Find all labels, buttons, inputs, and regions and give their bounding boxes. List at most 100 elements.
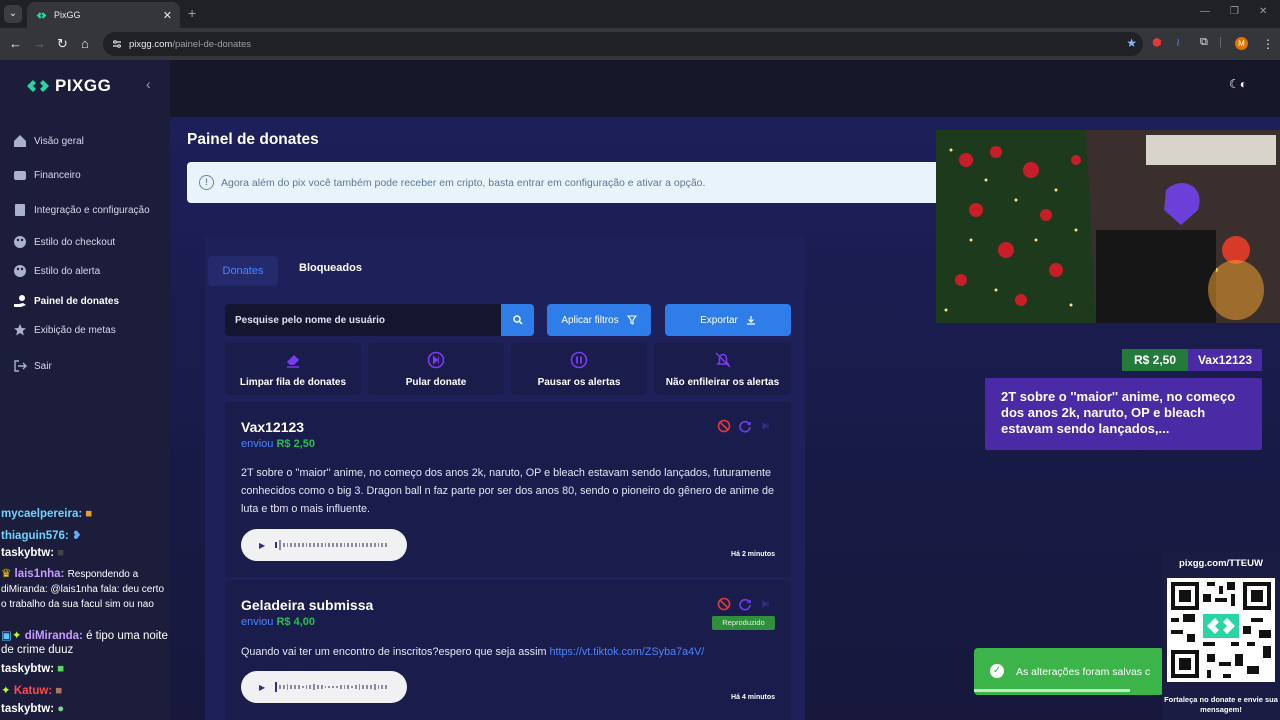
palette-icon [14, 236, 26, 248]
waveform-bar [305, 685, 308, 689]
waveform-bar [373, 684, 376, 690]
browser-chrome: ⌄ PixGG ✕ + — ❐ ✕ ← → ↻ ⌂ pixgg.com/pain… [0, 0, 1280, 60]
skip-donate-button[interactable]: Pular donate [368, 343, 504, 395]
chat-message: mycaelpereira: ■ [1, 508, 92, 520]
waveform-bar [290, 543, 293, 547]
brand-logo[interactable]: PIXGG [27, 76, 111, 96]
alert-amount: R$ 2,50 [1122, 349, 1188, 371]
brand-name: PIXGG [55, 76, 112, 95]
sidebar-item-estilo-checkout[interactable]: Estilo do checkout [13, 235, 115, 249]
extension-shield-icon[interactable]: ⬢ [1152, 36, 1162, 49]
tab-donates[interactable]: Donates [208, 256, 278, 286]
waveform-bar [297, 543, 300, 547]
sidebar-item-financeiro[interactable]: Financeiro [13, 168, 81, 182]
address-bar[interactable]: pixgg.com/painel-de-donates ★ [103, 32, 1143, 56]
pause-alerts-button[interactable]: Pausar os alertas [511, 343, 647, 395]
site-info-icon[interactable] [112, 39, 122, 49]
waveform-bar [316, 543, 319, 547]
tab-bloqueados[interactable]: Bloqueados [299, 262, 362, 274]
url-domain: pixgg.com [129, 38, 173, 50]
play-icon[interactable]: ▶ [259, 683, 265, 692]
sidebar-item-painel-donates[interactable]: Painel de donates [13, 294, 119, 308]
reload-icon[interactable]: ↻ [57, 36, 68, 52]
waveform-bar [294, 685, 296, 689]
emote-icon: ■ [85, 508, 93, 520]
skip-small-icon[interactable] [759, 597, 773, 611]
collapse-sidebar-icon[interactable]: ‹ [146, 76, 151, 92]
tab-search-button[interactable]: ⌄ [4, 5, 22, 23]
tab-close-icon[interactable]: ✕ [163, 9, 172, 22]
donation-link[interactable]: https://vt.tiktok.com/ZSyba7a4V/ [549, 646, 704, 658]
filter-icon [626, 315, 637, 325]
waveform-bar [347, 543, 350, 547]
emote-icon: ■ [55, 685, 63, 697]
sidebar-item-estilo-alerta[interactable]: Estilo do alerta [13, 264, 100, 278]
info-banner: ! Agora além do pix você também pode rec… [187, 162, 947, 203]
donation-time: Há 2 minutos [731, 551, 775, 558]
browser-menu-icon[interactable]: ⋮ [1262, 37, 1274, 51]
extension-wave-icon[interactable]: ≀ [1176, 36, 1180, 49]
block-icon[interactable] [717, 597, 731, 611]
audio-waveform [275, 682, 388, 692]
donation-card: Geladeira submissa enviou R$ 4,00 Quando… [225, 580, 791, 720]
dont-queue-alerts-button[interactable]: Não enfileirar os alertas [654, 343, 791, 395]
donation-amount-line: enviou R$ 2,50 [241, 438, 315, 450]
waveform-bar [275, 542, 277, 548]
extensions-puzzle-icon[interactable]: ⧉ [1200, 36, 1208, 49]
apply-filters-button[interactable]: Aplicar filtros [547, 304, 651, 336]
chat-message: ✦ Katuw: ■ [1, 683, 62, 697]
home-browser-icon[interactable]: ⌂ [81, 36, 89, 52]
minimize-icon[interactable]: — [1200, 6, 1210, 17]
back-icon[interactable]: ← [9, 36, 22, 52]
bookmark-star-icon[interactable]: ★ [1126, 36, 1137, 50]
forward-icon[interactable]: → [33, 36, 46, 52]
replay-icon[interactable] [738, 597, 752, 611]
waveform-bar [286, 543, 289, 547]
success-toast[interactable]: ✓ As alterações foram salvas c [974, 648, 1164, 695]
pause-icon [570, 351, 588, 369]
window-close-icon[interactable]: ✕ [1259, 6, 1267, 17]
play-icon[interactable]: ▶ [259, 541, 265, 550]
skip-icon [427, 351, 445, 369]
audio-player[interactable]: ▶ [241, 529, 407, 561]
browser-tab[interactable]: PixGG ✕ [27, 2, 180, 28]
sidebar-item-visao-geral[interactable]: Visão geral [13, 134, 84, 148]
toast-message: As alterações foram salvas c [1016, 666, 1151, 678]
home-icon [14, 135, 26, 147]
search-input[interactable] [225, 304, 502, 336]
waveform-bar [385, 685, 388, 689]
chat-message: taskybtw: ■ [1, 663, 64, 675]
waveform-bar [290, 685, 293, 689]
waveform-bar [328, 543, 331, 547]
search-button[interactable] [501, 304, 534, 336]
waveform-bar [301, 686, 304, 688]
emote-icon: ■ [57, 547, 65, 559]
settings-icon [15, 204, 25, 216]
waveform-bar [282, 685, 285, 689]
chat-message: taskybtw: ● [1, 703, 64, 715]
alert-username: Vax12123 [1188, 349, 1262, 371]
tab-strip: ⌄ PixGG ✕ + — ❐ ✕ [0, 0, 1280, 28]
restore-icon[interactable]: ❐ [1230, 6, 1239, 17]
sidebar-item-sair[interactable]: Sair [13, 359, 52, 373]
sidebar-item-label: Estilo do checkout [34, 236, 116, 248]
status-badge: Reproduzido [712, 616, 775, 630]
waveform-bar [343, 543, 346, 547]
sidebar-item-integracao[interactable]: Integração e configuração [13, 203, 150, 217]
audio-player[interactable]: ▶ [241, 671, 407, 703]
toast-progress-bar [974, 689, 1130, 692]
replay-icon[interactable] [738, 419, 752, 433]
chat-username: taskybtw: [1, 703, 55, 715]
clear-queue-button[interactable]: Limpar fila de donates [225, 343, 361, 395]
new-tab-icon[interactable]: + [188, 5, 196, 21]
emote-icon: ❥ [71, 530, 82, 542]
profile-avatar[interactable]: M [1235, 37, 1248, 50]
theme-toggle-icon[interactable]: ☾◐ [1229, 77, 1247, 91]
sidebar-item-exibicao-metas[interactable]: Exibição de metas [13, 323, 116, 337]
chat-username: mycaelpereira: [1, 508, 83, 520]
block-icon[interactable] [717, 419, 731, 433]
emote-icon: ● [57, 703, 65, 715]
webcam-image [936, 130, 1280, 323]
skip-small-icon[interactable] [759, 419, 773, 433]
export-button[interactable]: Exportar [665, 304, 791, 336]
